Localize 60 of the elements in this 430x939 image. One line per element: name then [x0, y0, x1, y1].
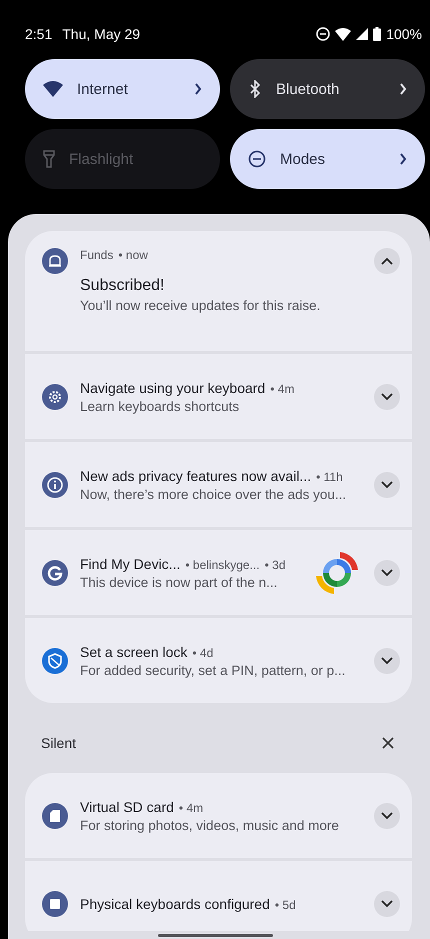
chevron-down-icon: [381, 812, 393, 820]
close-button[interactable]: [380, 735, 396, 751]
battery-icon: [373, 27, 382, 41]
signal-icon: [356, 28, 368, 40]
timestamp: • 3d: [264, 558, 286, 572]
quick-settings-tile[interactable]: Internet: [25, 59, 220, 119]
chevron-down-icon: [381, 480, 393, 488]
notification-card[interactable]: New ads privacy features now avail... • 11h Now, there’s more choice over the ads you...: [25, 442, 412, 527]
battery-percent: 100%: [386, 26, 422, 42]
timestamp: • 4m: [270, 382, 294, 396]
timestamp: • 4d: [192, 646, 214, 660]
expand-button[interactable]: [374, 802, 400, 828]
chevron-down-icon: [381, 392, 393, 400]
notification-card[interactable]: Funds • now Subscribed! You’ll now receive updates for this raise.: [25, 231, 412, 351]
section-header: Silent: [41, 735, 76, 751]
timestamp: • 5d: [274, 898, 296, 912]
notification-card[interactable]: Virtual SD card • 4m For storing photos, videos, music and more: [25, 773, 412, 858]
notification-title: Physical keyboards configured: [80, 896, 270, 912]
do-not-disturb-icon: [316, 27, 330, 41]
expand-button[interactable]: [374, 248, 400, 274]
notification-title: Virtual SD card: [80, 798, 174, 814]
expand-button[interactable]: [374, 384, 400, 410]
timestamp: • 4m: [178, 800, 204, 814]
chevron-down-icon: [381, 900, 393, 908]
expand-button[interactable]: [374, 560, 400, 586]
notification-text: You’ll now receive updates for this raise.: [80, 298, 322, 313]
expand-button[interactable]: [374, 648, 400, 674]
quick-settings-tile[interactable]: Bluetooth: [230, 59, 425, 119]
timestamp: • 11h: [316, 470, 343, 484]
chevron-up-icon: [381, 257, 393, 265]
wifi-icon: [43, 81, 63, 97]
clock: 2:51: [25, 26, 52, 42]
notification-text: For added security, set a PIN, pattern, or p...: [80, 662, 346, 678]
notification-text: Now, there’s more choice over the ads you...: [80, 486, 348, 502]
timestamp: • now: [118, 248, 148, 262]
notification-title: New ads privacy features now avail...: [80, 468, 312, 484]
notification-title: Navigate using your keyboard: [80, 380, 266, 396]
quick-settings-tile[interactable]: Modes: [230, 129, 425, 189]
notification-title: Set a screen lock: [80, 644, 188, 660]
notification-card[interactable]: Find My Devic... • belinskyge... • 3d This device is now part of the n...: [25, 530, 412, 615]
chevron-down-icon: [381, 568, 393, 576]
notification-card[interactable]: Set a screen lock • 4d For added security, set a PIN, pattern, or p...: [25, 618, 412, 703]
close-icon: [382, 737, 394, 749]
notification-text: Learn keyboards shortcuts: [80, 398, 240, 414]
notification-card[interactable]: Navigate using your keyboard • 4m Learn keyboards shortcuts: [25, 354, 412, 439]
chevron-down-icon: [381, 656, 393, 664]
flashlight-icon: [43, 150, 55, 168]
app-name: Funds: [80, 248, 114, 262]
notification-text: For storing photos, videos, music and more: [80, 818, 340, 832]
wifi-icon: [335, 28, 352, 40]
notification-title: Subscribed!: [80, 277, 166, 295]
expand-button[interactable]: [374, 472, 400, 498]
expand-button[interactable]: [374, 890, 400, 916]
notification-text: This device is now part of the n...: [80, 574, 278, 590]
notification-card[interactable]: Physical keyboards configured • 5d: [25, 861, 412, 931]
account-name: • belinskyge...: [185, 558, 260, 572]
modes-icon: [248, 150, 266, 168]
date: Thu, May 29: [62, 26, 140, 42]
bluetooth-icon: [248, 80, 262, 98]
notification-title: Find My Devic...: [80, 556, 180, 572]
